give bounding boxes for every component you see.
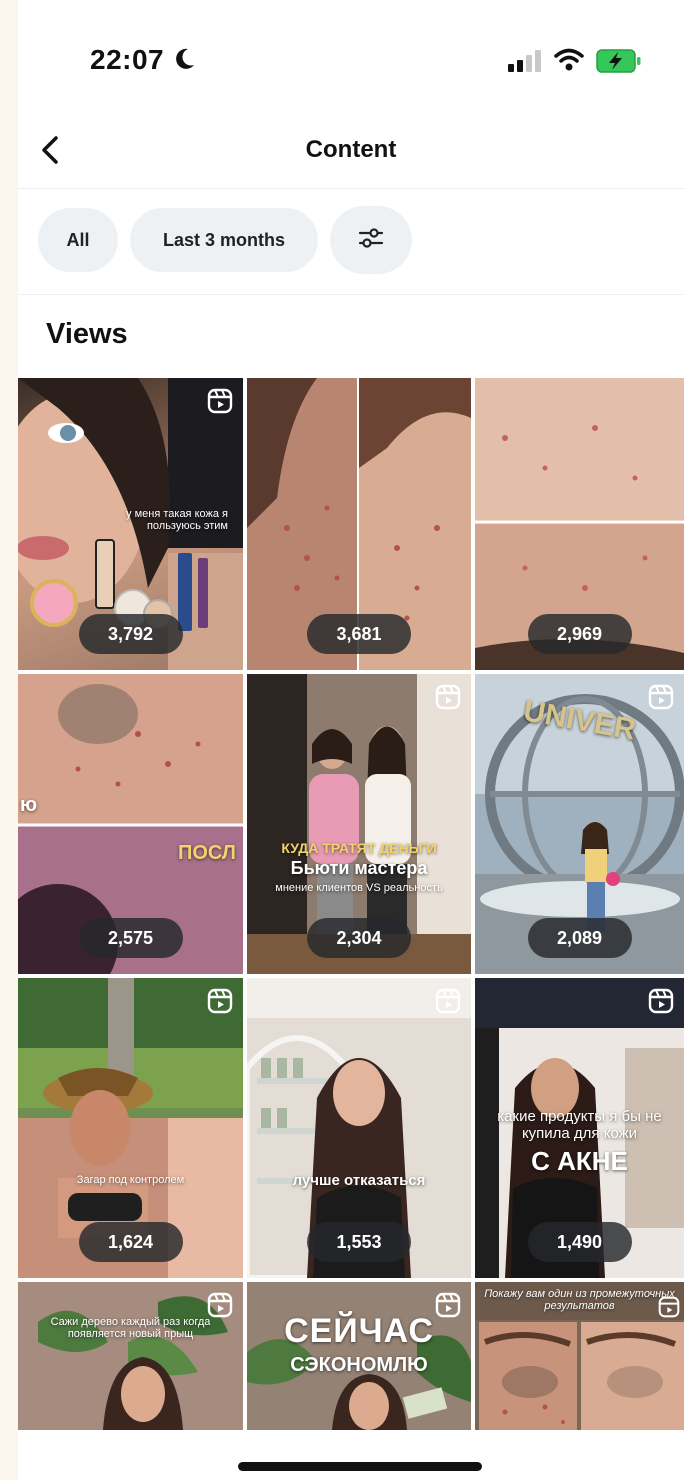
reel-icon [648, 988, 674, 1019]
content-tile[interactable]: 2,969 [475, 378, 684, 670]
moon-icon [174, 47, 196, 76]
tile-caption-main: Бьюти мастера [290, 858, 428, 878]
reel-icon [207, 1292, 233, 1323]
reel-icon [435, 684, 461, 715]
tile-caption-top: КУДА ТРАТЯТ ДЕНЬГИ [281, 840, 437, 856]
content-tile[interactable]: лучше отказаться 1,553 [247, 978, 471, 1278]
tile-caption-sub: СЭКОНОМЛЮ [290, 1354, 428, 1376]
tile-caption-main: С АКНЕ [531, 1146, 628, 1176]
view-count-badge: 1,553 [307, 1222, 411, 1262]
nav-bar: Content [18, 112, 684, 189]
content-tile[interactable]: Загар под контролем 1,624 [18, 978, 243, 1278]
filter-bar: All Last 3 months [18, 190, 684, 295]
reel-icon [648, 684, 674, 715]
app-screen: 22:07 Content All Last 3 months Views у … [18, 0, 684, 1480]
reel-icon [207, 988, 233, 1019]
tile-caption-side: ю [20, 794, 38, 816]
content-tile[interactable]: СЕЙЧАС СЭКОНОМЛЮ [247, 1282, 471, 1430]
tile-caption: лучше отказаться [292, 1172, 426, 1189]
reel-icon [435, 1292, 461, 1323]
view-count-badge: 1,490 [527, 1222, 632, 1262]
reel-icon [658, 1296, 680, 1323]
reel-icon [435, 988, 461, 1019]
content-tile[interactable]: ю ПОСЛ 2,575 [18, 674, 243, 974]
home-indicator[interactable] [238, 1462, 482, 1471]
tile-caption: Покажу вам один из промежуточных результ… [484, 1288, 675, 1312]
content-grid: у меня такая кожа я пользуюсь этим 3,792… [18, 378, 684, 1430]
sliders-icon [357, 224, 385, 257]
view-count-badge: 2,575 [78, 918, 183, 958]
filter-settings-button[interactable] [330, 206, 412, 274]
view-count-badge: 2,969 [527, 614, 632, 654]
view-count-badge: 3,681 [307, 614, 411, 654]
signal-icon [508, 50, 542, 77]
tile-caption: Загар под контролем [76, 1174, 185, 1186]
status-time: 22:07 [90, 44, 165, 75]
tile-caption: у меня такая кожа я пользуюсь этим [126, 508, 228, 532]
status-bar: 22:07 [18, 0, 684, 110]
section-title: Views [46, 318, 128, 350]
tile-caption: какие продукты я бы не купила для кожи [497, 1108, 662, 1142]
battery-charging-icon [596, 48, 642, 79]
content-tile[interactable]: 3,681 [247, 378, 471, 670]
tile-caption-sub: мнение клиентов VS реальность [275, 882, 443, 894]
page-title: Content [305, 136, 397, 163]
reel-icon [207, 388, 233, 419]
content-tile[interactable]: Покажу вам один из промежуточных результ… [475, 1282, 684, 1430]
content-tile[interactable]: у меня такая кожа я пользуюсь этим 3,792 [18, 378, 243, 670]
view-count-badge: 2,304 [307, 918, 411, 958]
view-count-badge: 3,792 [78, 614, 183, 654]
view-count-badge: 1,624 [78, 1222, 183, 1262]
wifi-icon [554, 48, 584, 77]
filter-period-button[interactable]: Last 3 months [130, 208, 318, 272]
tile-caption: ПОСЛ [178, 842, 236, 864]
content-tile[interactable]: какие продукты я бы не купила для кожи С… [475, 978, 684, 1278]
content-tile[interactable]: КУДА ТРАТЯТ ДЕНЬГИ Бьюти мастера мнение … [247, 674, 471, 974]
filter-all-button[interactable]: All [38, 208, 118, 272]
content-tile[interactable]: Сажи дерево каждый раз когда появляется … [18, 1282, 243, 1430]
content-tile[interactable]: UNIVER 2,089 [475, 674, 684, 974]
view-count-badge: 2,089 [527, 918, 632, 958]
